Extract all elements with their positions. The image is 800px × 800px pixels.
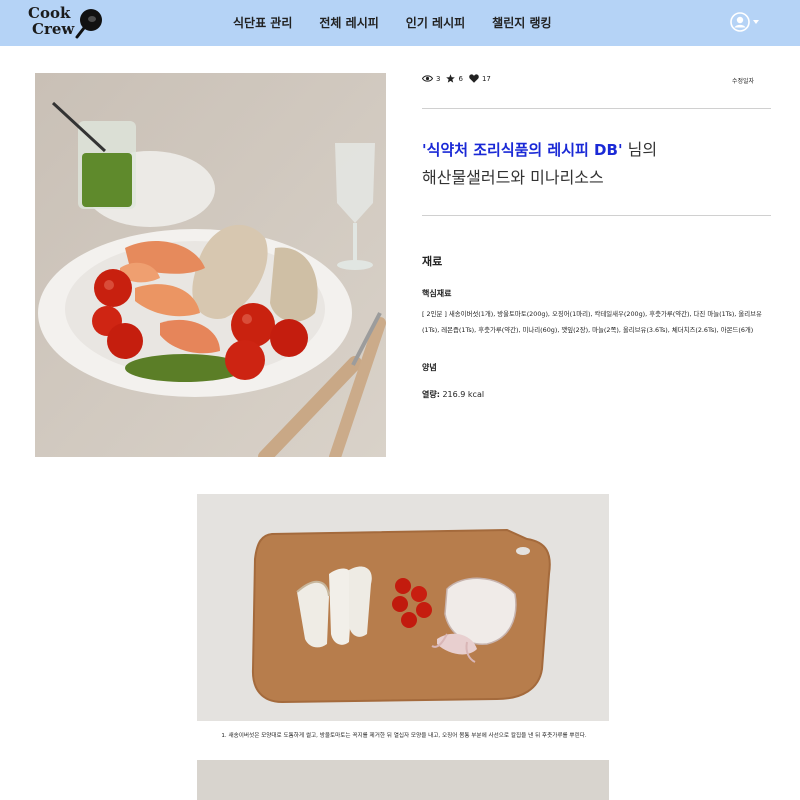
chevron-down-icon: [753, 20, 759, 24]
author-suffix: 님의: [622, 140, 658, 159]
calorie-value: 216.9 kcal: [439, 390, 485, 399]
logo-text: Cook Crew: [28, 5, 74, 37]
recipe-title: 해산물샐러드와 미나리소스: [422, 168, 604, 187]
nav-challenge-ranking[interactable]: 챌린지 랭킹: [492, 14, 551, 31]
core-ingredients-label: 핵심재료: [422, 289, 452, 298]
calorie-label: 열량:: [422, 390, 440, 399]
step-1-text: 1. 새송이버섯은 모양대로 도톰하게 썰고, 방울토마토는 꼭지를 제거한 뒤…: [221, 733, 587, 739]
main-nav: 식단표 관리 전체 레시피 인기 레시피 챌린지 랭킹: [233, 14, 579, 31]
recipe-stats: 3 6 17: [422, 74, 497, 83]
divider-mid: [422, 215, 771, 216]
core-ingredients-text: [ 2인분 ] 새송이버섯(1개), 방울토마토(200g), 오징어(1마리)…: [422, 310, 762, 334]
calorie-info: 열량: 216.9 kcal: [422, 389, 484, 400]
view-count: 3: [422, 75, 440, 83]
user-avatar-icon: [730, 12, 750, 32]
star-count[interactable]: 6: [446, 74, 463, 83]
recipe-title-block: '식약처 조리식품의 레시피 DB' 님의 해산물샐러드와 미나리소스: [422, 136, 657, 191]
nav-all-recipes[interactable]: 전체 레시피: [319, 14, 378, 31]
recipe-main-image: [35, 73, 386, 457]
sauce-label: 양념: [422, 363, 437, 372]
navbar: Cook Crew 식단표 관리 전체 레시피 인기 레시피 챌린지 랭킹: [0, 0, 800, 46]
logo-line-1: Cook: [28, 4, 71, 22]
logo-line-2: Crew: [32, 20, 75, 38]
recipe-author[interactable]: '식약처 조리식품의 레시피 DB': [422, 141, 623, 159]
view-count-value: 3: [436, 74, 441, 83]
user-menu-button[interactable]: [730, 12, 759, 32]
like-count[interactable]: 17: [469, 74, 491, 83]
heart-icon: [469, 74, 479, 83]
nav-popular-recipes[interactable]: 인기 레시피: [406, 14, 465, 31]
star-icon: [446, 74, 456, 83]
cook-crew-logo[interactable]: Cook Crew: [28, 5, 108, 41]
nav-meal-plan[interactable]: 식단표 관리: [233, 14, 292, 31]
step-1-image: [197, 494, 609, 721]
frying-pan-icon: [75, 9, 102, 39]
divider-top: [422, 108, 771, 109]
step-2-image: [197, 760, 609, 800]
edit-date-link[interactable]: 수정일자: [732, 76, 754, 85]
like-count-value: 17: [481, 74, 491, 83]
eye-icon: [422, 75, 433, 82]
star-count-value: 6: [458, 74, 463, 83]
ingredients-heading: 재료: [422, 255, 443, 268]
